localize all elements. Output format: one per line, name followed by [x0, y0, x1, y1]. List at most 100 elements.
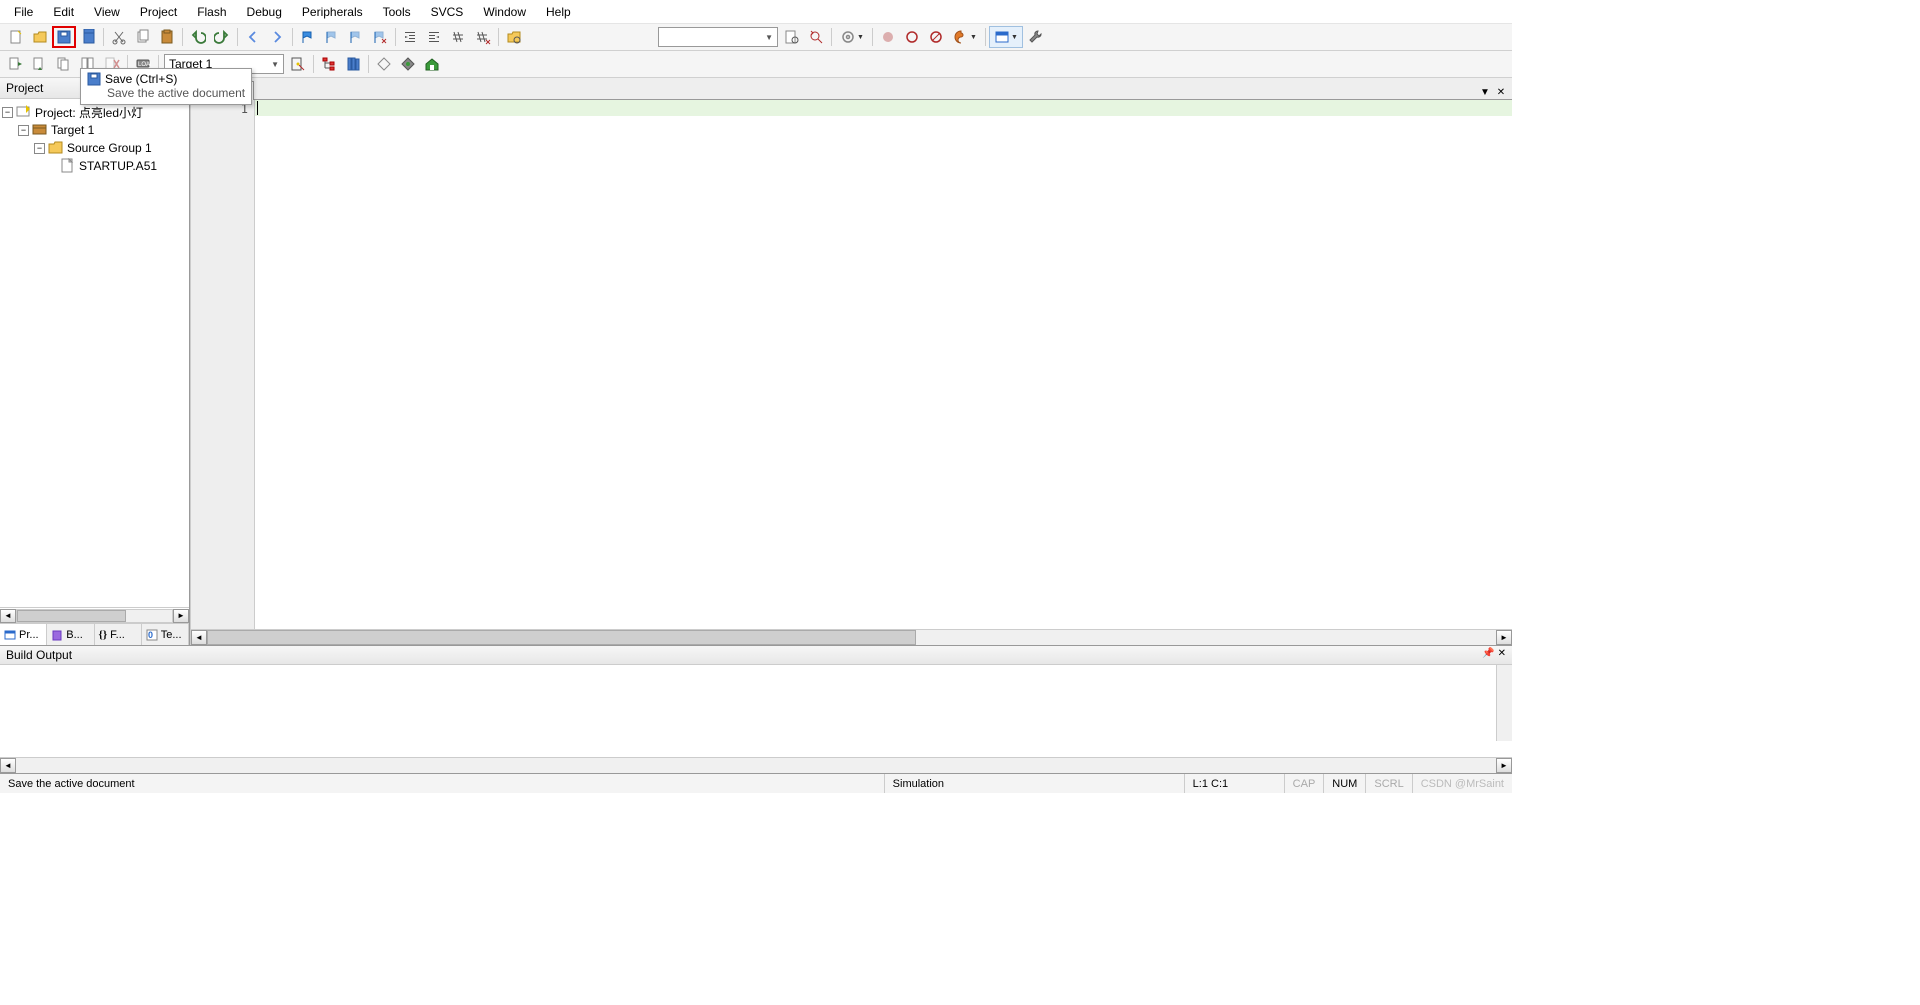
tree-root-label: Project: 点亮led小灯 — [35, 104, 143, 121]
panel-tab-functions[interactable]: {}F... — [95, 624, 142, 645]
menu-svcs[interactable]: SVCS — [421, 2, 474, 22]
tree-root[interactable]: − Project: 点亮led小灯 — [2, 103, 187, 121]
menu-file[interactable]: File — [4, 2, 43, 22]
project-hscroll[interactable]: ◄ ► — [0, 607, 189, 623]
scroll-left-button[interactable]: ◄ — [0, 609, 16, 623]
separator — [498, 28, 499, 46]
panel-tab-label: Te... — [161, 629, 182, 641]
open-file-button[interactable] — [28, 26, 52, 48]
find-combo[interactable]: ▼ — [658, 27, 778, 47]
status-mode: Simulation — [885, 774, 1185, 793]
separator — [985, 28, 986, 46]
rebuild-button[interactable] — [52, 53, 76, 75]
scroll-thumb[interactable] — [207, 630, 916, 645]
menu-project[interactable]: Project — [130, 2, 187, 22]
pin-button[interactable]: 📌 — [1482, 648, 1494, 662]
panel-tab-project[interactable]: Pr... — [0, 624, 47, 645]
scroll-right-button[interactable]: ► — [1496, 758, 1512, 773]
uncomment-button[interactable] — [471, 26, 495, 48]
file-icon — [60, 159, 76, 173]
project-tree[interactable]: − Project: 点亮led小灯 − Target 1 − Source G… — [0, 99, 189, 607]
save-button[interactable] — [52, 26, 76, 48]
build-vscroll[interactable] — [1496, 665, 1512, 741]
configure-button[interactable] — [1023, 26, 1047, 48]
breakpoint-disable-button[interactable] — [924, 26, 948, 48]
collapse-icon[interactable]: − — [18, 125, 29, 136]
new-file-button[interactable] — [4, 26, 28, 48]
scroll-track[interactable] — [16, 609, 173, 623]
file-extensions-button[interactable] — [317, 53, 341, 75]
status-message: Save the active document — [0, 774, 885, 793]
menu-debug[interactable]: Debug — [237, 2, 292, 22]
debug-button[interactable]: ▼ — [835, 26, 869, 48]
manage-books-button[interactable] — [341, 53, 365, 75]
chevron-down-icon: ▼ — [271, 60, 279, 69]
indent-button[interactable] — [399, 26, 423, 48]
translate-button[interactable] — [4, 53, 28, 75]
collapse-icon[interactable]: − — [34, 143, 45, 154]
find-in-files-button[interactable] — [502, 26, 526, 48]
editor-hscroll[interactable]: ◄ ► — [191, 629, 1512, 645]
scroll-left-button[interactable]: ◄ — [191, 630, 207, 645]
cut-button[interactable] — [107, 26, 131, 48]
editor-tab-bar: Text1 ▼ ✕ — [191, 78, 1512, 100]
scroll-track[interactable] — [16, 758, 1496, 773]
tooltip-desc: Save the active document — [87, 86, 245, 100]
panel-tab-books[interactable]: B... — [47, 624, 94, 645]
nav-forward-button[interactable] — [265, 26, 289, 48]
outdent-button[interactable] — [423, 26, 447, 48]
undo-button[interactable] — [186, 26, 210, 48]
menu-flash[interactable]: Flash — [187, 2, 236, 22]
panel-tab-label: B... — [66, 629, 83, 641]
code-area[interactable] — [255, 100, 1512, 629]
save-all-button[interactable] — [76, 26, 100, 48]
tab-close-button[interactable]: ✕ — [1494, 85, 1508, 99]
target-options-button[interactable] — [286, 53, 310, 75]
menu-peripherals[interactable]: Peripherals — [292, 2, 373, 22]
build-target-button[interactable] — [28, 53, 52, 75]
menu-bar: File Edit View Project Flash Debug Perip… — [0, 0, 1512, 24]
menu-help[interactable]: Help — [536, 2, 581, 22]
comment-button[interactable] — [447, 26, 471, 48]
scroll-right-button[interactable]: ► — [173, 609, 189, 623]
text-caret — [257, 101, 258, 115]
tree-group[interactable]: − Source Group 1 — [2, 139, 187, 157]
build-output-body[interactable] — [0, 665, 1512, 757]
manage-components-button[interactable] — [372, 53, 396, 75]
pack-installer-button[interactable] — [420, 53, 444, 75]
redo-button[interactable] — [210, 26, 234, 48]
window-button[interactable]: ▼ — [989, 26, 1023, 48]
bookmark-next-button[interactable] — [344, 26, 368, 48]
panel-tab-label: F... — [110, 629, 125, 641]
nav-back-button[interactable] — [241, 26, 265, 48]
tree-file[interactable]: STARTUP.A51 — [2, 157, 187, 175]
scroll-right-button[interactable]: ► — [1496, 630, 1512, 645]
tree-target[interactable]: − Target 1 — [2, 121, 187, 139]
find-button[interactable] — [780, 26, 804, 48]
incremental-find-button[interactable] — [804, 26, 828, 48]
tooltip-title: Save (Ctrl+S) — [105, 72, 177, 86]
breakpoint-enable-button[interactable] — [900, 26, 924, 48]
editor-area: Text1 ▼ ✕ 1 ◄ ► — [190, 78, 1512, 645]
copy-button[interactable] — [131, 26, 155, 48]
build-hscroll[interactable]: ◄ ► — [0, 757, 1512, 773]
menu-window[interactable]: Window — [473, 2, 536, 22]
bookmark-toggle-button[interactable] — [296, 26, 320, 48]
collapse-icon[interactable]: − — [2, 107, 13, 118]
bookmark-clear-button[interactable] — [368, 26, 392, 48]
paste-button[interactable] — [155, 26, 179, 48]
select-packs-button[interactable] — [396, 53, 420, 75]
status-bar: Save the active document Simulation L:1 … — [0, 773, 1512, 793]
panel-tab-templates[interactable]: 0Te... — [142, 624, 189, 645]
breakpoint-kill-button[interactable]: ▼ — [948, 26, 982, 48]
menu-view[interactable]: View — [84, 2, 130, 22]
menu-edit[interactable]: Edit — [43, 2, 84, 22]
breakpoint-insert-button[interactable] — [876, 26, 900, 48]
bookmark-prev-button[interactable] — [320, 26, 344, 48]
tab-menu-button[interactable]: ▼ — [1478, 85, 1492, 99]
scroll-track[interactable] — [207, 630, 1496, 645]
current-line-highlight — [255, 100, 1512, 116]
close-button[interactable]: ✕ — [1498, 648, 1506, 662]
scroll-left-button[interactable]: ◄ — [0, 758, 16, 773]
menu-tools[interactable]: Tools — [373, 2, 421, 22]
